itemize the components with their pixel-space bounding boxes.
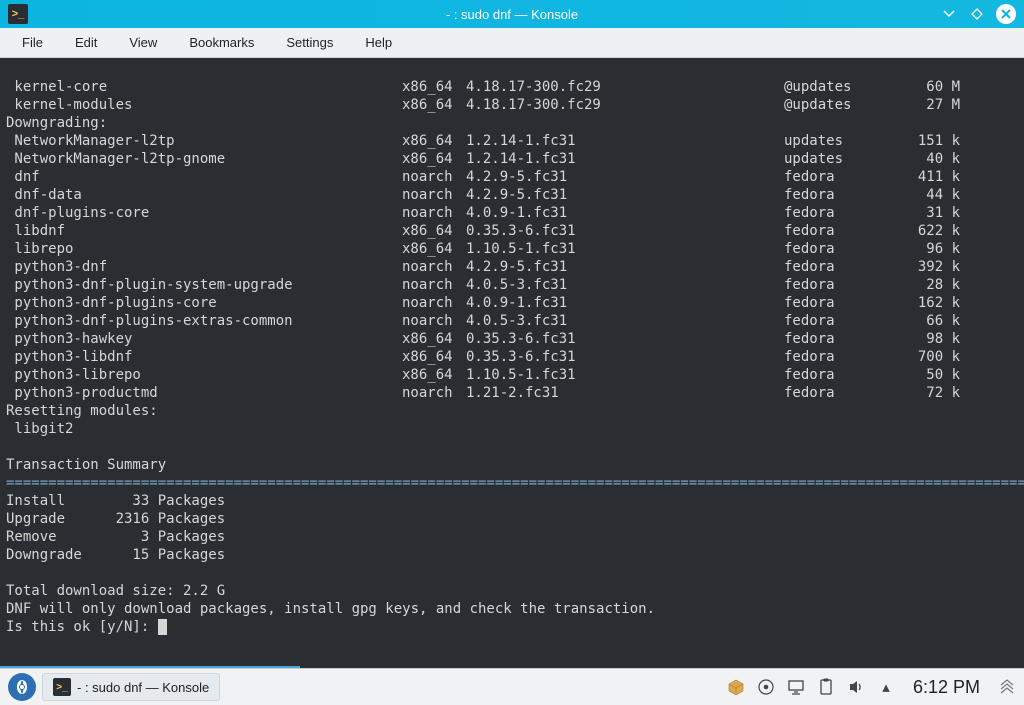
package-row: kernel-modules x86_64 4.18.17-300.fc29 @… bbox=[6, 96, 1018, 114]
taskbar-entry-konsole[interactable]: >_ - : sudo dnf — Konsole bbox=[42, 673, 220, 701]
package-row: librepo x86_64 1.10.5-1.fc31 fedora 96 k bbox=[6, 240, 1018, 258]
package-row: libdnf x86_64 0.35.3-6.fc31 fedora 622 k bbox=[6, 222, 1018, 240]
dnf-note-line: DNF will only download packages, install… bbox=[6, 600, 1018, 618]
display-icon[interactable] bbox=[787, 678, 805, 696]
package-row: NetworkManager-l2tp-gnome x86_64 1.2.14-… bbox=[6, 150, 1018, 168]
menu-bookmarks[interactable]: Bookmarks bbox=[175, 31, 268, 54]
cursor bbox=[158, 619, 167, 635]
window-controls bbox=[940, 4, 1024, 24]
blank-line bbox=[6, 438, 1018, 456]
menubar: File Edit View Bookmarks Settings Help bbox=[0, 28, 1024, 58]
close-button[interactable] bbox=[996, 4, 1016, 24]
window-title: - : sudo dnf — Konsole bbox=[446, 7, 578, 22]
minimize-button[interactable] bbox=[940, 5, 958, 23]
package-row: python3-dnf-plugins-extras-common noarch… bbox=[6, 312, 1018, 330]
show-desktop-icon[interactable] bbox=[998, 678, 1016, 696]
section-downgrading: Downgrading: bbox=[6, 114, 1018, 132]
task-label: - : sudo dnf — Konsole bbox=[77, 680, 209, 695]
app-icon: >_ bbox=[8, 4, 28, 24]
package-updates-icon[interactable] bbox=[727, 678, 745, 696]
package-row: kernel-core x86_64 4.18.17-300.fc29 @upd… bbox=[6, 78, 1018, 96]
package-row: python3-dnf noarch 4.2.9-5.fc31 fedora 3… bbox=[6, 258, 1018, 276]
package-row: dnf-data noarch 4.2.9-5.fc31 fedora 44 k bbox=[6, 186, 1018, 204]
module-row: libgit2 bbox=[6, 420, 1018, 438]
summary-row: Upgrade 2316 Packages bbox=[6, 510, 1018, 528]
terminal-output[interactable]: kernel-core x86_64 4.18.17-300.fc29 @upd… bbox=[0, 58, 1024, 668]
package-row: python3-hawkey x86_64 0.35.3-6.fc31 fedo… bbox=[6, 330, 1018, 348]
package-row: python3-dnf-plugins-core noarch 4.0.9-1.… bbox=[6, 294, 1018, 312]
prompt-line[interactable]: Is this ok [y/N]: bbox=[6, 618, 1018, 636]
separator-line: ========================================… bbox=[6, 474, 1018, 492]
menu-settings[interactable]: Settings bbox=[272, 31, 347, 54]
tray-expand-icon[interactable]: ▴ bbox=[877, 678, 895, 696]
system-tray: ▴ 6:12 PM bbox=[727, 677, 1016, 698]
start-button[interactable] bbox=[8, 673, 36, 701]
menu-file[interactable]: File bbox=[8, 31, 57, 54]
package-row: python3-librepo x86_64 1.10.5-1.fc31 fed… bbox=[6, 366, 1018, 384]
summary-row: Remove 3 Packages bbox=[6, 528, 1018, 546]
package-row: dnf noarch 4.2.9-5.fc31 fedora 411 k bbox=[6, 168, 1018, 186]
taskbar: >_ - : sudo dnf — Konsole ▴ 6:12 PM bbox=[0, 668, 1024, 705]
package-row: python3-libdnf x86_64 0.35.3-6.fc31 fedo… bbox=[6, 348, 1018, 366]
konsole-icon: >_ bbox=[53, 678, 71, 696]
package-row: NetworkManager-l2tp x86_64 1.2.14-1.fc31… bbox=[6, 132, 1018, 150]
section-resetting: Resetting modules: bbox=[6, 402, 1018, 420]
transaction-summary-heading: Transaction Summary bbox=[6, 456, 1018, 474]
keyboard-layout-icon[interactable] bbox=[757, 678, 775, 696]
package-row: python3-dnf-plugin-system-upgrade noarch… bbox=[6, 276, 1018, 294]
blank-line bbox=[6, 564, 1018, 582]
package-row: python3-productmd noarch 1.21-2.fc31 fed… bbox=[6, 384, 1018, 402]
summary-row: Downgrade 15 Packages bbox=[6, 546, 1018, 564]
volume-icon[interactable] bbox=[847, 678, 865, 696]
scrollbar-indicator[interactable] bbox=[0, 666, 300, 668]
maximize-button[interactable] bbox=[968, 5, 986, 23]
menu-help[interactable]: Help bbox=[351, 31, 406, 54]
menu-view[interactable]: View bbox=[115, 31, 171, 54]
package-row: dnf-plugins-core noarch 4.0.9-1.fc31 fed… bbox=[6, 204, 1018, 222]
clock[interactable]: 6:12 PM bbox=[907, 677, 986, 698]
summary-row: Install 33 Packages bbox=[6, 492, 1018, 510]
clipboard-icon[interactable] bbox=[817, 678, 835, 696]
total-download-line: Total download size: 2.2 G bbox=[6, 582, 1018, 600]
menu-edit[interactable]: Edit bbox=[61, 31, 111, 54]
window-titlebar: >_ - : sudo dnf — Konsole bbox=[0, 0, 1024, 28]
